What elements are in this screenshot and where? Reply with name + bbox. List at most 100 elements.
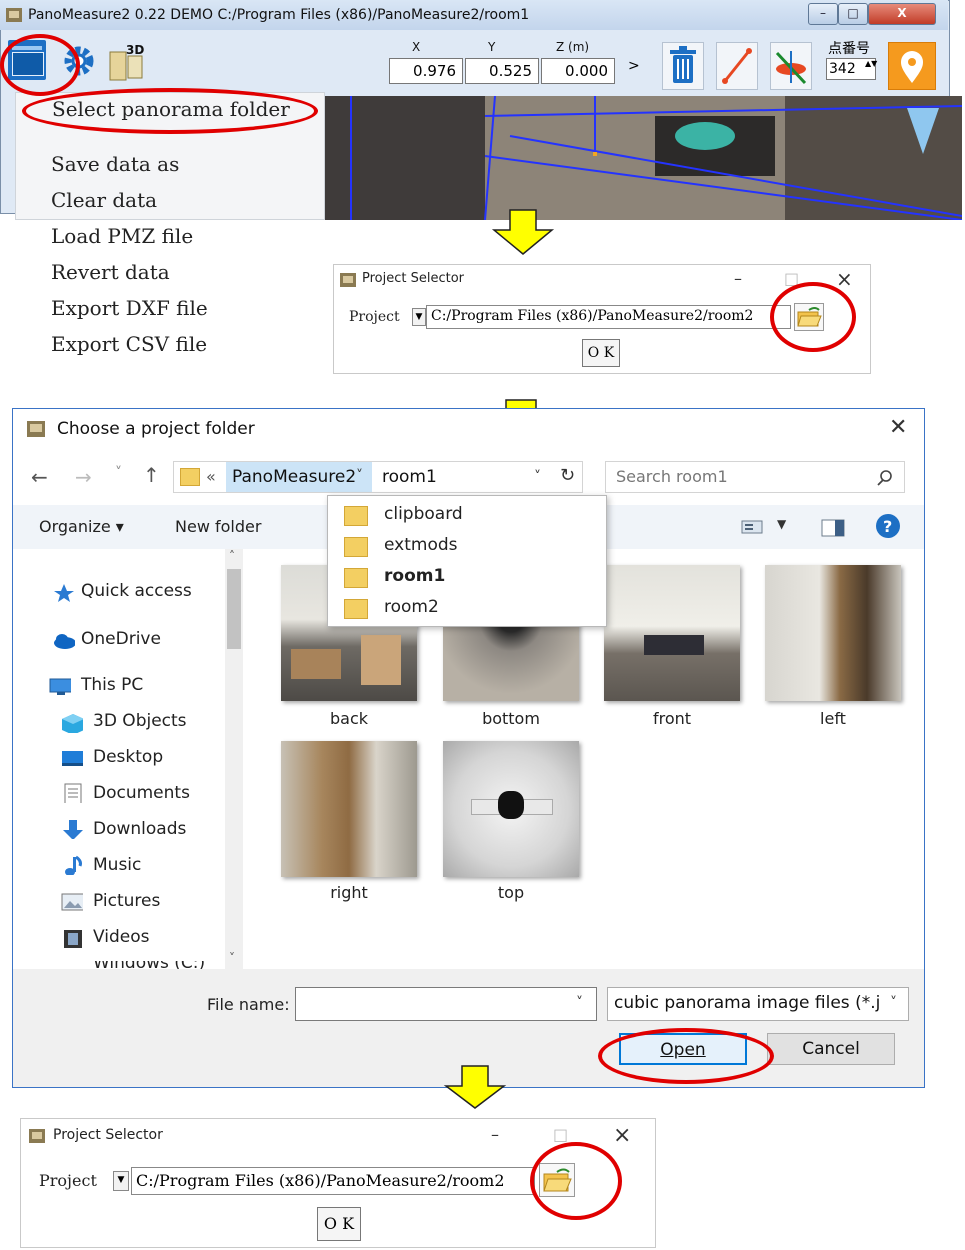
open-button[interactable]: Open [619,1033,747,1065]
x-value-field[interactable]: 0.976 [389,58,463,84]
project-dropdown-arrow[interactable]: ▼ [113,1171,129,1191]
menu-item-export-dxf[interactable]: Export DXF file [51,296,208,320]
thumbnail-right[interactable] [281,741,417,877]
nav-music[interactable]: Music [93,855,141,875]
folder-icon [344,506,368,526]
minimize-button[interactable]: – [734,269,742,288]
nav-downloads[interactable]: Downloads [93,819,186,839]
nav-desktop[interactable]: Desktop [93,747,163,767]
file-type-select[interactable]: cubic panorama image files (*.j ˅ [607,987,909,1021]
gear-icon[interactable] [62,44,96,78]
scroll-down-icon[interactable]: ˅ [229,951,235,965]
panomeasure-window: PanoMeasure2 0.22 DEMO C:/Program Files … [0,0,962,220]
minimize-button[interactable]: – [491,1125,499,1144]
view-dropdown-icon[interactable]: ▼ [777,517,786,531]
address-bar[interactable]: « PanoMeasure2 ˅ room1 ˅ ↻ [173,461,583,493]
menu-item-export-csv[interactable]: Export CSV file [51,332,207,356]
point-number-field[interactable]: 342 ▲▼ [826,58,877,80]
project-path-field[interactable]: C:/Program Files (x86)/PanoMeasure2/room… [426,305,791,329]
new-folder-button[interactable]: New folder [175,517,261,536]
recent-locations-button[interactable]: ˅ [115,465,122,481]
cancel-button[interactable]: Cancel [767,1033,895,1065]
organize-button[interactable]: Organize ▾ [39,517,124,536]
menu-item-revert-data[interactable]: Revert data [51,260,170,284]
file-name-input[interactable]: ˅ [295,987,597,1021]
close-button[interactable]: × [836,267,853,291]
nav-pictures[interactable]: Pictures [93,891,160,911]
point-number-spinner[interactable]: ▲▼ [865,59,877,69]
window-title: PanoMeasure2 0.22 DEMO C:/Program Files … [28,7,530,23]
location-button[interactable] [888,42,936,90]
dropdown-item-extmods[interactable]: extmods [384,535,458,555]
nav-this-pc[interactable]: This PC [81,675,143,695]
back-button[interactable]: ← [31,465,48,489]
ok-button[interactable]: O K [317,1207,361,1241]
scroll-thumb[interactable] [227,569,241,649]
close-button[interactable]: X [868,3,936,25]
breadcrumb-crumb[interactable]: PanoMeasure2 ˅ [226,462,372,492]
nav-onedrive[interactable]: OneDrive [81,629,161,649]
more-button[interactable]: > [628,58,640,74]
view-options-icon[interactable] [741,519,763,535]
menu-item-save-data-as[interactable]: Save data as [51,152,179,176]
nav-documents[interactable]: Documents [93,783,190,803]
thumbnail-left[interactable] [765,565,901,701]
dialog-title: Choose a project folder [57,419,255,439]
scroll-up-icon[interactable]: ˄ [229,549,235,563]
plane-button[interactable] [770,42,812,90]
project-label: Project [349,309,400,325]
dropdown-item-clipboard[interactable]: clipboard [384,504,463,524]
thumbnail-front[interactable] [604,565,740,701]
help-icon[interactable]: ? [875,513,901,539]
videos-icon [64,930,82,948]
minimize-button[interactable]: – [808,3,838,25]
file-label-bottom: bottom [482,709,540,728]
project-path-field[interactable]: C:/Program Files (x86)/PanoMeasure2/room… [131,1167,535,1195]
nav-partial-drive[interactable]: Windows (C:) [53,961,233,969]
nav-scrollbar[interactable]: ˄ ˅ [225,549,243,969]
title-bar: PanoMeasure2 0.22 DEMO C:/Program Files … [0,0,948,30]
search-box[interactable]: Search room1 [605,461,905,493]
maximize-button[interactable]: □ [553,1125,568,1144]
menu-item-clear-data[interactable]: Clear data [51,188,157,212]
preview-pane-icon[interactable] [821,519,845,537]
plane-icon [775,51,807,85]
file-label-top: top [497,883,525,902]
folder-menu-icon[interactable] [8,40,46,80]
close-button[interactable]: × [613,1123,631,1148]
nav-quick-access[interactable]: Quick access [81,581,192,601]
file-name-dropdown-icon[interactable]: ˅ [576,995,583,1011]
up-button[interactable]: ↑ [143,463,160,487]
y-value-field[interactable]: 0.525 [465,58,539,84]
forward-button[interactable]: → [75,465,92,489]
nav-windows-drive: Windows (C:) [93,961,205,969]
file-type-dropdown-icon[interactable]: ˅ [886,995,897,1011]
refresh-icon[interactable]: ↻ [560,465,575,486]
folder-icon [180,468,200,486]
maximize-button[interactable]: □ [784,269,799,288]
delete-button[interactable] [662,42,704,90]
ok-button[interactable]: O K [582,339,620,367]
nav-videos[interactable]: Videos [93,927,150,947]
breadcrumb-dropdown-icon[interactable]: ˅ [356,468,363,484]
point-number-label: 点番号 [828,41,870,57]
dropdown-item-room1[interactable]: room1 [384,566,445,586]
maximize-button[interactable]: □ [838,3,868,25]
panorama-scene [325,96,962,220]
address-dropdown-icon[interactable]: ˅ [534,469,541,485]
menu-item-load-pmz[interactable]: Load PMZ file [51,224,193,248]
menu-item-select-panorama-folder[interactable]: Select panorama folder [52,97,290,121]
thumbnail-top[interactable] [443,741,579,877]
project-dropdown-arrow[interactable]: ▼ [412,308,426,326]
3d-view-icon[interactable]: 3D [108,40,152,82]
nav-3d-objects[interactable]: 3D Objects [93,711,187,731]
browse-folder-button[interactable] [794,303,824,331]
panorama-viewport[interactable] [325,96,962,220]
measure-line-button[interactable] [716,42,758,90]
browse-folder-button[interactable] [539,1163,575,1197]
close-button[interactable]: ✕ [889,415,907,440]
dropdown-item-room2[interactable]: room2 [384,597,439,617]
z-value-field[interactable]: 0.000 [541,58,615,84]
file-label-right: right [330,883,368,902]
breadcrumb-overflow[interactable]: « [206,467,216,486]
